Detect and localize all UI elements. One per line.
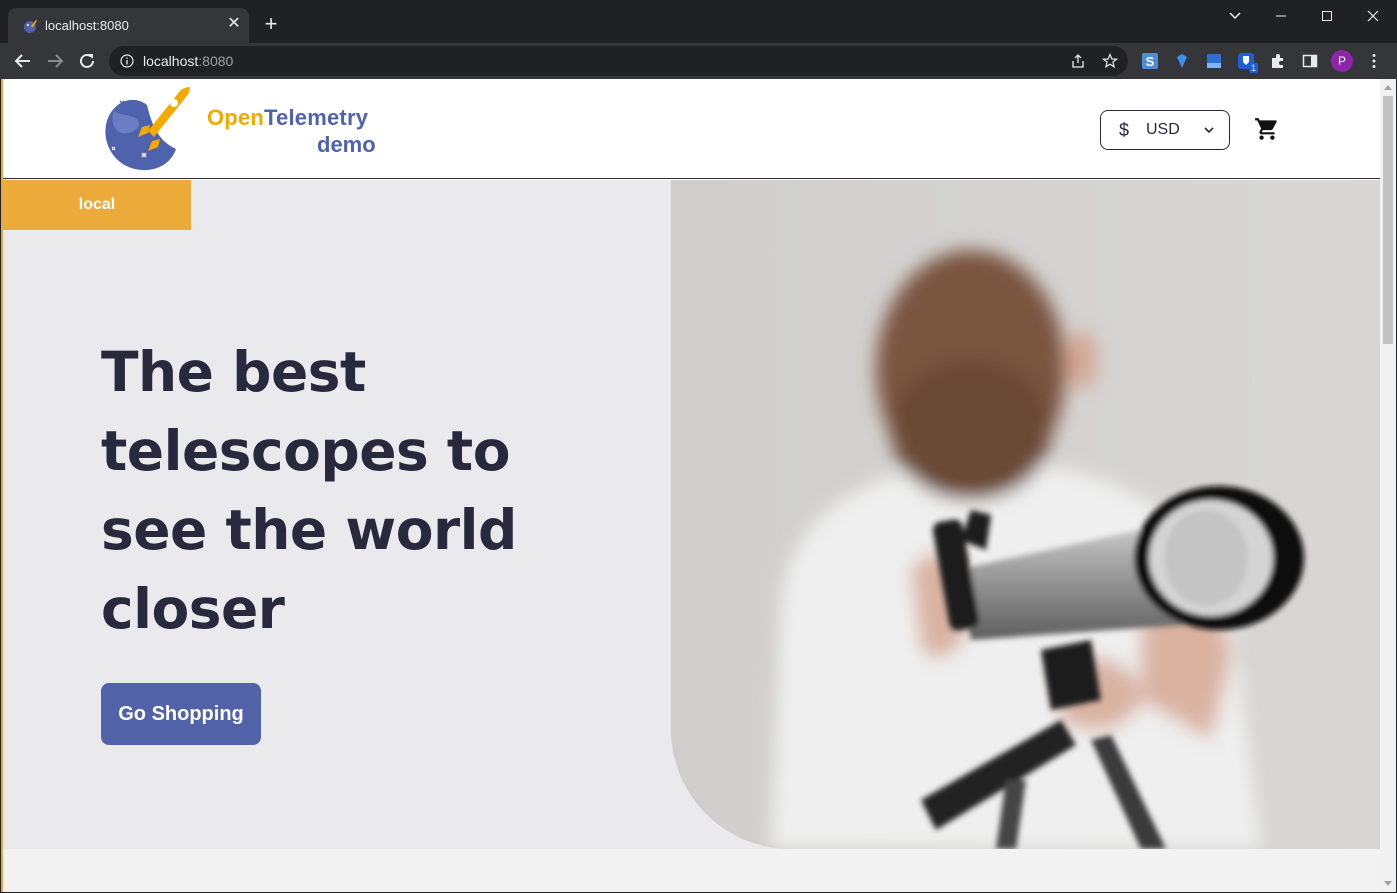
side-panel-icon[interactable] bbox=[1301, 52, 1319, 70]
site-info-icon[interactable] bbox=[120, 54, 134, 68]
reload-icon[interactable] bbox=[76, 50, 98, 72]
extension-window-icon[interactable] bbox=[1205, 52, 1223, 70]
currency-selector[interactable]: $ USD bbox=[1100, 110, 1230, 150]
logo-open-text: Open bbox=[207, 105, 265, 130]
hero-banner: local The best telescopes to see the wor… bbox=[3, 180, 1380, 892]
url-text: localhost:8080 bbox=[143, 53, 234, 69]
logo-demo-text: demo bbox=[317, 132, 376, 157]
page-scrollbar[interactable] bbox=[1380, 79, 1396, 892]
close-tab-icon[interactable]: ✕ bbox=[224, 14, 244, 34]
browser-tab[interactable]: localhost:8080 ✕ bbox=[8, 8, 249, 43]
site-favicon-icon bbox=[24, 20, 37, 33]
shopping-cart-icon[interactable] bbox=[1254, 116, 1280, 142]
url-port: :8080 bbox=[198, 53, 234, 69]
maximize-icon[interactable] bbox=[1316, 6, 1338, 26]
site-header: OpenTelemetry demo $ USD bbox=[3, 79, 1380, 179]
logo-wordmark: OpenTelemetry bbox=[207, 105, 368, 131]
hero-telescope-image bbox=[671, 180, 1380, 849]
new-tab-button[interactable]: + bbox=[260, 13, 282, 35]
extension-gem-icon[interactable] bbox=[1173, 52, 1191, 70]
tab-search-icon[interactable] bbox=[1224, 6, 1246, 26]
bookmark-star-icon[interactable] bbox=[1102, 53, 1118, 69]
back-arrow-icon[interactable] bbox=[12, 50, 34, 72]
scroll-down-arrow-icon[interactable] bbox=[1384, 881, 1392, 886]
svg-text:S: S bbox=[1146, 54, 1155, 69]
environment-badge: local bbox=[3, 180, 191, 230]
logo-telemetry-text: Telemetry bbox=[264, 105, 369, 130]
window-close-icon[interactable] bbox=[1362, 6, 1384, 26]
boy-with-telescope-illustration bbox=[671, 180, 1380, 849]
go-shopping-button[interactable]: Go Shopping bbox=[101, 683, 261, 745]
opentelemetry-rocket-logo[interactable] bbox=[102, 83, 192, 173]
page-viewport: OpenTelemetry demo $ USD local The best … bbox=[1, 79, 1396, 892]
extension-s-icon[interactable]: S bbox=[1141, 52, 1159, 70]
currency-code: USD bbox=[1146, 121, 1180, 138]
chevron-down-icon bbox=[1204, 127, 1214, 134]
scroll-up-arrow-icon[interactable] bbox=[1384, 85, 1392, 90]
hero-title: The best telescopes to see the world clo… bbox=[101, 340, 517, 641]
page-lower-section bbox=[3, 849, 1380, 892]
scrollbar-thumb[interactable] bbox=[1383, 96, 1393, 344]
extensions-puzzle-icon[interactable] bbox=[1269, 52, 1287, 70]
address-bar[interactable]: localhost:8080 bbox=[109, 46, 1128, 76]
browser-toolbar: localhost:8080 S 1 P bbox=[0, 43, 1397, 79]
minimize-icon[interactable] bbox=[1270, 6, 1292, 26]
forward-arrow-icon[interactable] bbox=[44, 50, 66, 72]
browser-tab-bar: localhost:8080 ✕ + bbox=[0, 0, 1397, 43]
currency-symbol: $ bbox=[1119, 120, 1130, 140]
tab-title: localhost:8080 bbox=[45, 18, 129, 33]
share-icon[interactable] bbox=[1070, 53, 1086, 69]
browser-menu-icon[interactable] bbox=[1365, 52, 1383, 70]
profile-avatar[interactable]: P bbox=[1331, 50, 1353, 72]
extension-badge: 1 bbox=[1249, 63, 1259, 73]
